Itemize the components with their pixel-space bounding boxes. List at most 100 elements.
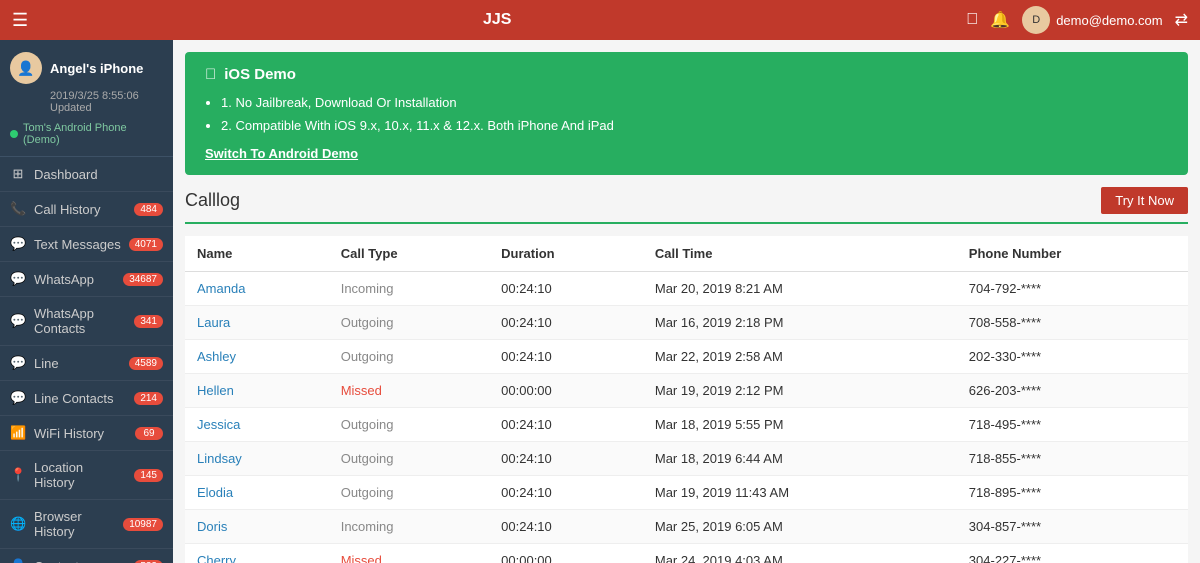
avatar: D — [1022, 6, 1050, 34]
calllog-header: Calllog Try It Now — [185, 187, 1188, 224]
cell-phone: 708-558-**** — [957, 305, 1188, 339]
sidebar-icon: 💬 — [10, 271, 26, 287]
user-email: demo@demo.com — [1056, 13, 1162, 28]
cell-phone: 718-855-**** — [957, 441, 1188, 475]
cell-type: Incoming — [329, 271, 489, 305]
cell-phone: 202-330-**** — [957, 339, 1188, 373]
table-body: Amanda Incoming 00:24:10 Mar 20, 2019 8:… — [185, 271, 1188, 563]
sidebar-label: WiFi History — [34, 426, 127, 441]
apple-icon-banner:  — [205, 66, 216, 83]
sidebar-badge: 214 — [134, 392, 163, 405]
profile-date: 2019/3/25 8:55:06 Updated — [50, 90, 163, 114]
cell-time: Mar 18, 2019 5:55 PM — [643, 407, 957, 441]
cell-phone: 704-792-**** — [957, 271, 1188, 305]
cell-phone: 304-857-**** — [957, 509, 1188, 543]
sidebar-item-whatsapp-contacts[interactable]: 💬 WhatsApp Contacts 341 — [0, 297, 173, 346]
device-name: Tom's Android Phone (Demo) — [23, 122, 163, 146]
cell-name: Laura — [185, 305, 329, 339]
profile-device[interactable]: Tom's Android Phone (Demo) — [10, 120, 163, 148]
sidebar-label: Call History — [34, 202, 126, 217]
cell-duration: 00:24:10 — [489, 305, 643, 339]
col-phone: Phone Number — [957, 236, 1188, 272]
sidebar-icon: 💬 — [10, 355, 26, 371]
sidebar-item-wifi-history[interactable]: 📶 WiFi History 69 — [0, 416, 173, 451]
try-it-now-button[interactable]: Try It Now — [1101, 187, 1188, 214]
cell-phone: 718-495-**** — [957, 407, 1188, 441]
sidebar-icon: ⊞ — [10, 166, 26, 182]
sidebar-item-location-history[interactable]: 📍 Location History 145 — [0, 451, 173, 500]
cell-time: Mar 20, 2019 8:21 AM — [643, 271, 957, 305]
cell-duration: 00:24:10 — [489, 407, 643, 441]
cell-type: Outgoing — [329, 407, 489, 441]
sidebar-item-text-messages[interactable]: 💬 Text Messages 4071 — [0, 227, 173, 262]
sidebar-item-dashboard[interactable]: ⊞ Dashboard — [0, 157, 173, 192]
cell-name: Jessica — [185, 407, 329, 441]
sidebar-item-contacts[interactable]: 👤 Contacts 533 — [0, 549, 173, 563]
hamburger-icon[interactable]: ☰ — [12, 10, 28, 31]
ios-banner-title:  iOS Demo — [205, 66, 1168, 83]
cell-name: Doris — [185, 509, 329, 543]
sidebar-label: Contacts — [34, 559, 126, 563]
cell-time: Mar 19, 2019 11:43 AM — [643, 475, 957, 509]
table-row: Ashley Outgoing 00:24:10 Mar 22, 2019 2:… — [185, 339, 1188, 373]
sidebar-badge: 4071 — [129, 238, 163, 251]
cell-phone: 304-227-**** — [957, 543, 1188, 563]
share-icon: ⇄ — [1175, 10, 1188, 30]
sidebar: 👤 Angel's iPhone 2019/3/25 8:55:06 Updat… — [0, 40, 173, 563]
sidebar-label: Text Messages — [34, 237, 121, 252]
online-dot — [10, 130, 18, 138]
sidebar-label: Line — [34, 356, 121, 371]
col-time: Call Time — [643, 236, 957, 272]
ios-banner:  iOS Demo 1. No Jailbreak, Download Or … — [185, 52, 1188, 175]
col-type: Call Type — [329, 236, 489, 272]
sidebar-label: Location History — [34, 460, 126, 490]
cell-name: Lindsay — [185, 441, 329, 475]
cell-type: Outgoing — [329, 475, 489, 509]
cell-duration: 00:24:10 — [489, 509, 643, 543]
cell-name: Hellen — [185, 373, 329, 407]
sidebar-label: Dashboard — [34, 167, 163, 182]
sidebar-badge: 533 — [134, 560, 163, 563]
sidebar-badge: 484 — [134, 203, 163, 216]
sidebar-icon: 🌐 — [10, 516, 26, 532]
sidebar-badge: 145 — [134, 469, 163, 482]
sidebar-badge: 69 — [135, 427, 163, 440]
cell-time: Mar 22, 2019 2:58 AM — [643, 339, 957, 373]
table-row: Lindsay Outgoing 00:24:10 Mar 18, 2019 6… — [185, 441, 1188, 475]
sidebar-item-line[interactable]: 💬 Line 4589 — [0, 346, 173, 381]
cell-type: Outgoing — [329, 339, 489, 373]
sidebar-label: WhatsApp Contacts — [34, 306, 126, 336]
sidebar-badge: 34687 — [123, 273, 163, 286]
calllog-section: Calllog Try It Now Name Call Type Durati… — [173, 187, 1200, 563]
table-row: Elodia Outgoing 00:24:10 Mar 19, 2019 11… — [185, 475, 1188, 509]
ios-point-1: 1. No Jailbreak, Download Or Installatio… — [221, 91, 1168, 114]
table-row: Laura Outgoing 00:24:10 Mar 16, 2019 2:1… — [185, 305, 1188, 339]
cell-phone: 626-203-**** — [957, 373, 1188, 407]
table-row: Amanda Incoming 00:24:10 Mar 20, 2019 8:… — [185, 271, 1188, 305]
user-menu[interactable]: D demo@demo.com — [1022, 6, 1162, 34]
switch-android-link[interactable]: Switch To Android Demo — [205, 146, 358, 161]
cell-duration: 00:24:10 — [489, 271, 643, 305]
table-header: Name Call Type Duration Call Time Phone … — [185, 236, 1188, 272]
call-table: Name Call Type Duration Call Time Phone … — [185, 236, 1188, 563]
app-logo: JJS — [28, 11, 966, 29]
table-row: Doris Incoming 00:24:10 Mar 25, 2019 6:0… — [185, 509, 1188, 543]
avatar: 👤 — [10, 52, 42, 84]
sidebar-item-whatsapp[interactable]: 💬 WhatsApp 34687 — [0, 262, 173, 297]
sidebar-item-browser-history[interactable]: 🌐 Browser History 10987 — [0, 500, 173, 549]
cell-type: Missed — [329, 543, 489, 563]
sidebar-profile: 👤 Angel's iPhone 2019/3/25 8:55:06 Updat… — [0, 40, 173, 157]
cell-name: Ashley — [185, 339, 329, 373]
table-row: Cherry Missed 00:00:00 Mar 24, 2019 4:03… — [185, 543, 1188, 563]
ios-point-2: 2. Compatible With iOS 9.x, 10.x, 11.x &… — [221, 114, 1168, 137]
sidebar-item-call-history[interactable]: 📞 Call History 484 — [0, 192, 173, 227]
cell-phone: 718-895-**** — [957, 475, 1188, 509]
sidebar-icon: 💬 — [10, 390, 26, 406]
sidebar-icon: 📞 — [10, 201, 26, 217]
sidebar-item-line-contacts[interactable]: 💬 Line Contacts 214 — [0, 381, 173, 416]
cell-time: Mar 18, 2019 6:44 AM — [643, 441, 957, 475]
ios-banner-points: 1. No Jailbreak, Download Or Installatio… — [205, 91, 1168, 138]
cell-time: Mar 25, 2019 6:05 AM — [643, 509, 957, 543]
cell-time: Mar 19, 2019 2:12 PM — [643, 373, 957, 407]
cell-time: Mar 16, 2019 2:18 PM — [643, 305, 957, 339]
